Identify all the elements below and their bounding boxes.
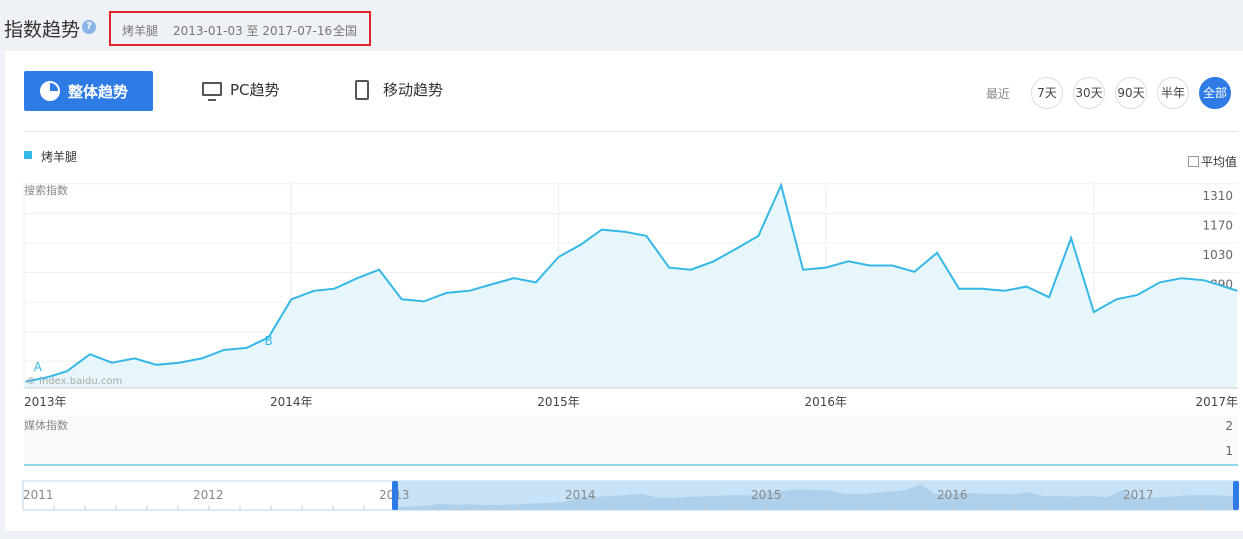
range-90d-button[interactable]: 90天 xyxy=(1115,77,1147,109)
keyword-label: 烤羊腿 xyxy=(122,24,159,38)
legend-swatch xyxy=(24,151,32,159)
recent-label: 最近 xyxy=(986,87,1011,101)
range-30d-button[interactable]: 30天 xyxy=(1073,77,1105,109)
pie-chart-icon xyxy=(40,81,60,101)
date-range-label: 2013-01-03 至 2017-07-16 xyxy=(173,24,333,38)
overall-trend-button[interactable]: 整体趋势 xyxy=(24,71,153,111)
region-label: 全国 xyxy=(333,24,358,38)
top-bar: 指数趋势 ? 烤羊腿 2013-01-03 至 2017-07-16 全国 xyxy=(0,0,1243,51)
trend-panel xyxy=(5,51,1243,531)
range-7d-button[interactable]: 7天 xyxy=(1031,77,1063,109)
question-icon[interactable]: ? xyxy=(82,20,96,34)
divider xyxy=(24,131,1238,132)
legend-series-label[interactable]: 烤羊腿 xyxy=(41,148,77,165)
mobile-trend-label: 移动趋势 xyxy=(383,81,444,99)
range-all-button[interactable]: 全部 xyxy=(1199,77,1231,109)
range-half-year-button[interactable]: 半年 xyxy=(1157,77,1189,109)
bottom-strip xyxy=(0,531,1243,539)
page-title: 指数趋势 xyxy=(4,19,81,41)
tablet-icon xyxy=(355,80,369,100)
average-label[interactable]: 平均值 xyxy=(1201,153,1237,170)
overall-trend-label: 整体趋势 xyxy=(68,83,129,101)
pc-trend-label: PC趋势 xyxy=(230,81,280,99)
monitor-icon xyxy=(202,82,222,101)
average-checkbox[interactable] xyxy=(1188,156,1199,167)
query-summary-box: 烤羊腿 2013-01-03 至 2017-07-16 全国 xyxy=(109,11,371,46)
